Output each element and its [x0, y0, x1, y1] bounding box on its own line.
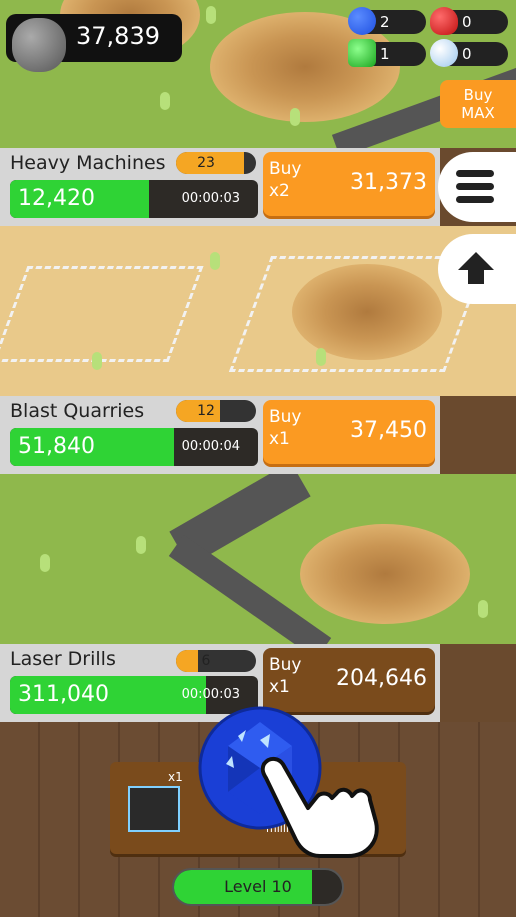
gem-count: 1	[380, 45, 390, 63]
buy-price: 31,373	[350, 170, 427, 195]
income-value: 12,420	[18, 186, 95, 211]
fence	[0, 266, 204, 362]
currency-amount: 37,839	[76, 22, 160, 50]
buy-label: Buy	[269, 159, 302, 179]
business-name: Heavy Machines	[10, 152, 166, 174]
gem-counter-green: 1	[348, 39, 426, 67]
tree-icon	[92, 352, 102, 370]
gem-count: 2	[380, 13, 390, 31]
gem-counter-blue: 2	[348, 7, 426, 35]
scene-mid-1	[0, 226, 516, 396]
buy-price: 37,450	[350, 418, 427, 443]
stone-icon	[12, 18, 66, 72]
buy-label: Buy	[269, 655, 302, 675]
tree-icon	[478, 600, 488, 618]
green-gem-icon	[348, 39, 376, 67]
gem-counter-diamond: 0	[430, 39, 508, 67]
business-level-bar: 23	[176, 152, 256, 174]
tree-icon	[136, 536, 146, 554]
business-level: 23	[197, 155, 215, 171]
tree-icon	[290, 108, 300, 126]
income-value: 51,840	[18, 434, 95, 459]
currency-display: 37,839	[6, 14, 182, 72]
business-level-bar: 6	[176, 650, 256, 672]
menu-icon	[456, 170, 494, 204]
card-multiplier: x1	[168, 770, 183, 784]
scene-mid-2	[0, 461, 516, 660]
business-level-bar: 12	[176, 400, 256, 422]
income-timer: 00:00:04	[181, 439, 240, 454]
arrow-up-icon	[458, 252, 494, 284]
pointing-hand-icon	[260, 757, 379, 858]
player-level-label: Level 10	[224, 877, 292, 896]
income-progress-bar: 12,420 00:00:03	[10, 180, 258, 218]
income-progress-bar: 51,840 00:00:04	[10, 428, 258, 466]
buy-max-button[interactable]: Buy MAX	[440, 80, 516, 128]
income-value: 311,040	[18, 682, 109, 707]
quarry-pit	[292, 264, 442, 360]
buy-label: Buy	[269, 407, 302, 427]
blue-gem-icon	[348, 7, 376, 35]
diamond-icon	[430, 39, 458, 67]
income-timer: 00:00:03	[181, 191, 240, 206]
tree-icon	[40, 554, 50, 572]
scroll-up-button[interactable]	[438, 234, 516, 304]
tree-icon	[206, 6, 216, 24]
laser-printer-icon	[128, 786, 180, 832]
quarry-pit	[300, 524, 470, 624]
tree-icon	[316, 348, 326, 366]
gem-count: 0	[462, 45, 472, 63]
buy-button-laser-drills[interactable]: Buy x1 204,646	[263, 648, 435, 712]
tree-icon	[160, 92, 170, 110]
business-name: Blast Quarries	[10, 400, 145, 422]
gem-count: 0	[462, 13, 472, 31]
buy-multiplier: x2	[269, 181, 290, 201]
menu-button[interactable]	[438, 152, 516, 222]
buy-max-line2: MAX	[461, 104, 495, 122]
red-gem-icon	[430, 7, 458, 35]
buy-price: 204,646	[336, 666, 427, 691]
buy-max-line1: Buy	[463, 86, 493, 104]
player-level-bar: Level 10	[172, 868, 344, 906]
tree-icon	[210, 252, 220, 270]
business-level: 12	[197, 403, 215, 419]
business-name: Laser Drills	[10, 648, 116, 670]
buy-button-blast-quarries[interactable]: Buy x1 37,450	[263, 400, 435, 464]
business-level: 6	[201, 653, 211, 669]
buy-multiplier: x1	[269, 429, 290, 449]
buy-button-heavy-machines[interactable]: Buy x2 31,373	[263, 152, 435, 216]
gem-counter-red: 0	[430, 7, 508, 35]
buy-multiplier: x1	[269, 677, 290, 697]
